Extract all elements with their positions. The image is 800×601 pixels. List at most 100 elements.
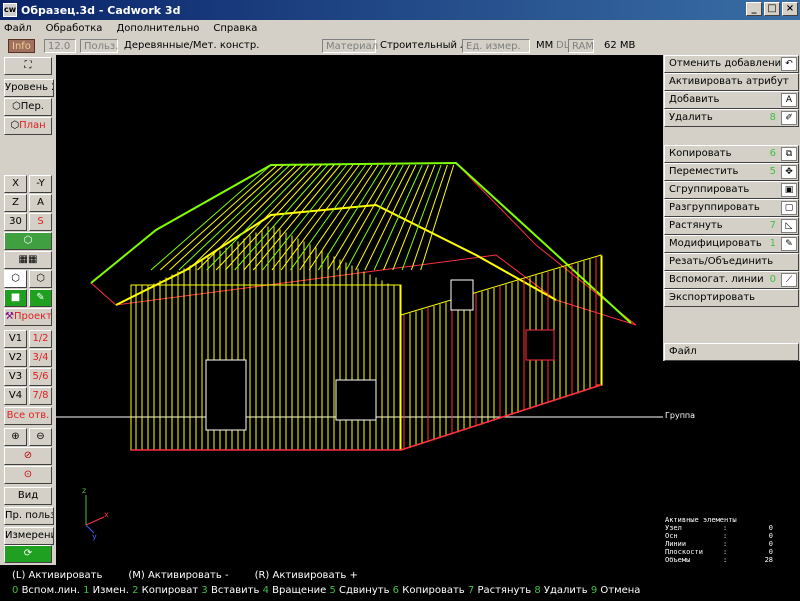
cut-join-button[interactable]: Резать/Объединить xyxy=(664,253,799,271)
shortcut-label: Растянуть xyxy=(477,585,532,596)
activate-attribute-button[interactable]: Активировать атрибут xyxy=(664,73,799,91)
shortcut-key: 5 xyxy=(329,585,336,596)
eraser-icon: ✐ xyxy=(781,111,797,125)
menu-help[interactable]: Справка xyxy=(213,23,257,34)
wireframe-icon[interactable]: ⬡ xyxy=(4,270,27,288)
roof-rafter xyxy=(234,164,329,271)
refresh-icon[interactable]: ⟳ xyxy=(4,545,52,563)
shortcut-key: 6 xyxy=(392,585,400,596)
axis-y-label: y xyxy=(92,532,97,541)
delete-button[interactable]: Удалить 8 ✐ xyxy=(664,109,799,127)
view-button[interactable]: Вид xyxy=(4,487,52,505)
user-field[interactable]: Польз. xyxy=(80,39,118,53)
layer-v2-range[interactable]: 3/4 xyxy=(29,349,52,367)
level-button[interactable]: Уровень 2 xyxy=(4,79,54,97)
close-button[interactable]: × xyxy=(782,2,798,16)
construction-label[interactable]: Деревянные/Мет. констр. xyxy=(124,39,259,53)
zoom-field[interactable]: 12.0 xyxy=(44,39,76,53)
plan-button[interactable]: ⬡План xyxy=(4,117,52,135)
shortcut-label: Копировать xyxy=(402,585,465,596)
user-views-button[interactable]: Пр. польз. xyxy=(4,507,54,525)
view-x-button[interactable]: X xyxy=(4,175,27,193)
info-button[interactable]: Info xyxy=(8,39,35,53)
measure-button[interactable]: Измерение xyxy=(4,527,54,545)
pointer-icon[interactable]: ⛶ xyxy=(4,57,52,75)
roof-rafter xyxy=(215,164,316,271)
zoom-reset-icon[interactable]: ⊘ xyxy=(4,447,52,465)
aux-lines-label: Вспомогат. линии xyxy=(669,274,764,285)
shortcut-key: 3 xyxy=(201,585,208,596)
side-window-opening xyxy=(525,329,555,361)
project-button[interactable]: ⚒Проект xyxy=(4,308,52,326)
shortcut-label: Сдвинуть xyxy=(339,585,390,596)
view-minus-y-button[interactable]: -Y xyxy=(29,175,52,193)
3d-viewport[interactable]: z x y xyxy=(56,55,663,565)
project-label: Проект xyxy=(13,311,52,322)
stats-colon: : xyxy=(723,540,728,548)
zoom-all-icon[interactable]: ⊙ xyxy=(4,466,52,484)
stats-key: Осн xyxy=(665,532,678,540)
view-s-button[interactable]: S xyxy=(29,213,52,231)
wireframe-model: z x y xyxy=(56,161,663,541)
menu-edit[interactable]: Обработка xyxy=(46,23,103,34)
hidden-line-icon[interactable]: ⬡ xyxy=(29,270,52,288)
layer-v2-button[interactable]: V2 xyxy=(4,349,27,367)
modify-button[interactable]: Модифицировать 1 ✎ xyxy=(664,235,799,253)
file-button[interactable]: Файл xyxy=(664,343,799,361)
move-icon: ✥ xyxy=(781,165,797,179)
modify-icon: ✎ xyxy=(781,237,797,251)
view-z-button[interactable]: Z xyxy=(4,194,27,212)
menu-extra[interactable]: Дополнительно xyxy=(116,23,199,34)
minimize-button[interactable]: _ xyxy=(746,2,762,16)
copy-button[interactable]: Копировать 6 ⧉ xyxy=(664,145,799,163)
aux-lines-button[interactable]: Вспомогат. линии 0 ⟋ xyxy=(664,271,799,289)
all-openings-button[interactable]: Все отв. xyxy=(4,407,52,425)
shortcut-hints: 0 Вспом.лин. 1 Измен. 2 Копироват 3 Вста… xyxy=(12,585,640,596)
info-bar: Info 12.0 Польз. Деревянные/Мет. констр.… xyxy=(0,37,800,55)
material-field[interactable]: Материал xyxy=(322,39,378,53)
shortcut-key: 2 xyxy=(132,585,139,596)
undo-add-button[interactable]: Отменить добавление 1 ↶ xyxy=(664,55,799,73)
group-button[interactable]: Сгруппировать ▣ xyxy=(664,181,799,199)
layer-v3-button[interactable]: V3 xyxy=(4,368,27,386)
tool-icon[interactable]: ✎ xyxy=(29,289,52,307)
menu-file[interactable]: Файл xyxy=(4,23,32,34)
perspective-button[interactable]: ⬡Пер. xyxy=(4,98,52,116)
rotate-cube-icon[interactable]: ⬡ xyxy=(4,232,52,250)
add-icon: A xyxy=(781,93,797,107)
units-field[interactable]: Ед. измер. xyxy=(462,39,530,53)
shortcut-key: 9 xyxy=(590,585,598,596)
modify-shortcut: 1 xyxy=(769,238,776,249)
stretch-button[interactable]: Растянуть 7 ◺ xyxy=(664,217,799,235)
roof-rafter xyxy=(308,164,379,271)
layer-v3-range[interactable]: 5/6 xyxy=(29,368,52,386)
layer-v4-button[interactable]: V4 xyxy=(4,387,27,405)
maximize-button[interactable]: □ xyxy=(764,2,780,16)
render-mode-icon[interactable]: ▦▦ xyxy=(4,251,52,269)
copy-icon: ⧉ xyxy=(781,147,797,161)
stats-row: Плоскости: 0 xyxy=(665,548,799,556)
view-a-button[interactable]: A xyxy=(29,194,52,212)
move-button[interactable]: Переместить 5 ✥ xyxy=(664,163,799,181)
stats-colon: : xyxy=(723,548,728,556)
stats-row: Узел: 0 xyxy=(665,524,799,532)
ungroup-label: Разгруппировать xyxy=(669,202,760,213)
ungroup-button[interactable]: Разгруппировать ▢ xyxy=(664,199,799,217)
layer-v4-range[interactable]: 7/8 xyxy=(29,387,52,405)
zoom-out-icon[interactable]: ⊖ xyxy=(29,428,52,446)
zoom-in-icon[interactable]: ⊕ xyxy=(4,428,27,446)
memory-label: 62 MB xyxy=(604,40,636,51)
active-elements-stats: Активные элементы Узел: 0 Осн: 0 Линии: 0 П… xyxy=(665,516,799,564)
stats-title: Активные элементы xyxy=(665,516,737,524)
layer-v1-button[interactable]: V1 xyxy=(4,330,27,348)
undo-icon: ↶ xyxy=(781,57,797,71)
add-button[interactable]: Добавить A xyxy=(664,91,799,109)
roof-rafter xyxy=(336,164,398,271)
roof-rafter xyxy=(271,164,354,271)
view-30-button[interactable]: 30 xyxy=(4,213,27,231)
solid-icon[interactable]: ■ xyxy=(4,289,27,307)
stretch-shortcut: 7 xyxy=(769,220,776,231)
layer-v1-range[interactable]: 1/2 xyxy=(29,330,52,348)
door-opening xyxy=(205,359,247,431)
export-button[interactable]: Экспортировать xyxy=(664,289,799,307)
